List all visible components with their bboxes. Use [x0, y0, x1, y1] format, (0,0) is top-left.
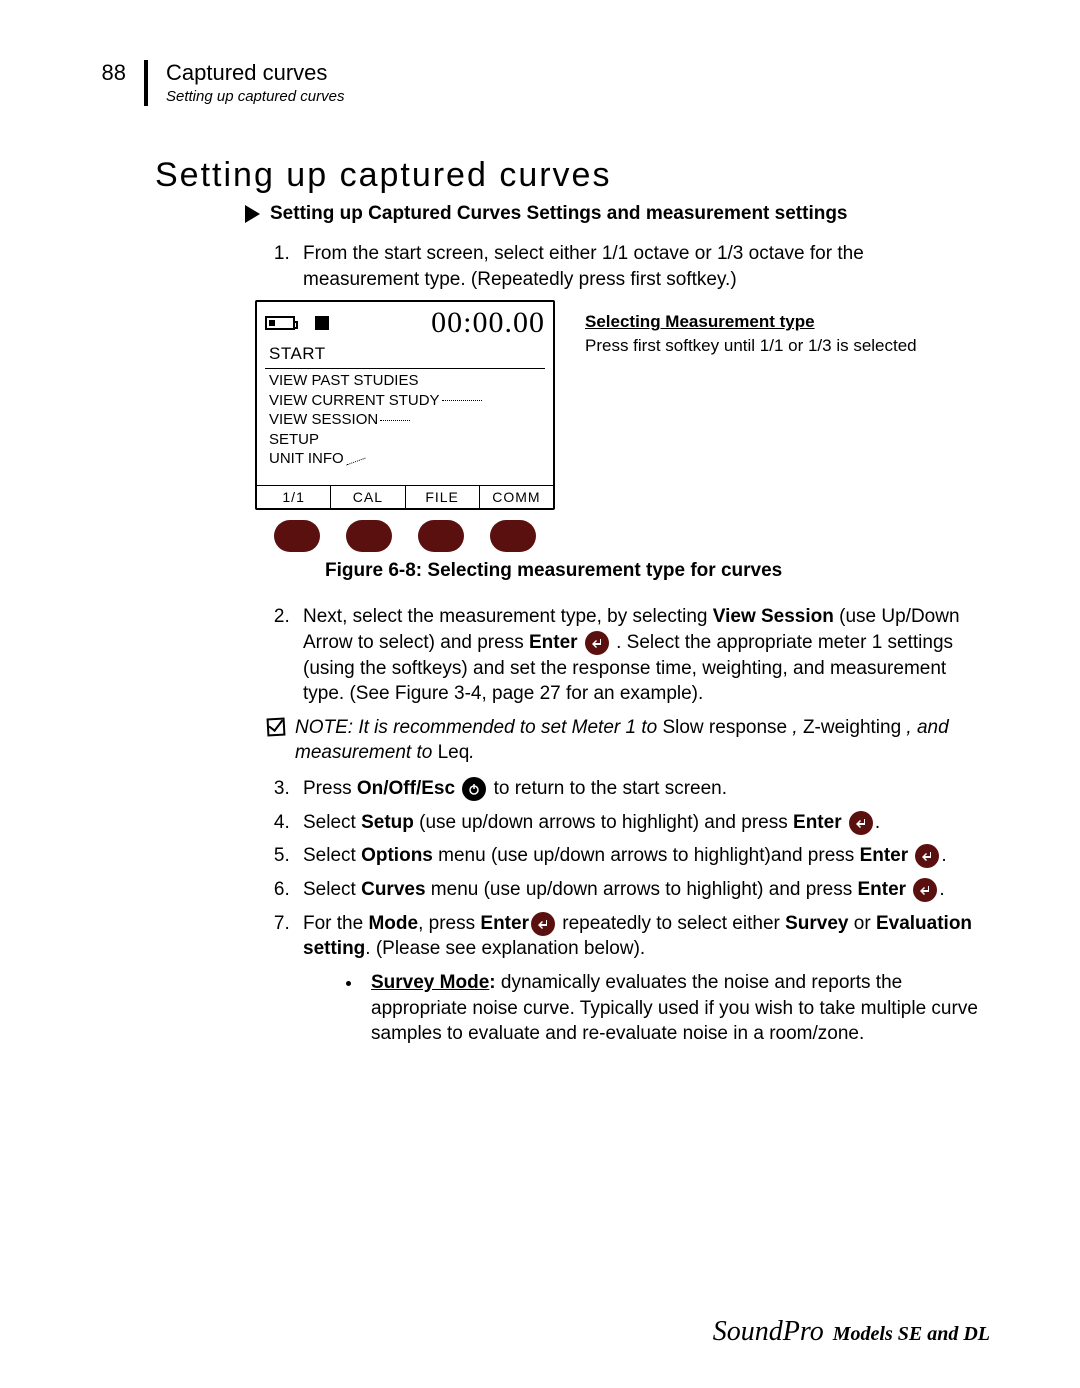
softkey-3[interactable] — [418, 520, 464, 552]
menu-view-session: VIEW SESSION — [269, 410, 545, 430]
callout-text: Press first softkey until 1/1 or 1/3 is … — [585, 334, 917, 358]
survey-mode-bullet: Survey Mode: dynamically evaluates the n… — [363, 970, 980, 1047]
step-6: Select Curves menu (use up/down arrows t… — [295, 877, 980, 903]
chapter-title: Captured curves — [166, 60, 344, 86]
stop-icon — [315, 316, 329, 330]
softlabel-3: FILE — [406, 486, 480, 508]
main-heading: Setting up captured curves — [155, 156, 990, 195]
menu-unit-info: UNIT INFO — [269, 449, 545, 469]
page-header: 88 Captured curves Setting up captured c… — [90, 60, 990, 106]
figure-caption: Figure 6-8: Selecting measurement type f… — [325, 560, 990, 582]
step-3: Press On/Off/Esc to return to the start … — [295, 776, 980, 802]
enter-icon — [849, 811, 873, 835]
softkey-4[interactable] — [490, 520, 536, 552]
enter-icon — [913, 878, 937, 902]
step-1: From the start screen, select either 1/1… — [295, 241, 980, 292]
checkbox-icon — [267, 717, 286, 736]
menu-view-past: VIEW PAST STUDIES — [269, 371, 545, 391]
softkeys-row — [255, 520, 555, 552]
page-number: 88 — [90, 60, 126, 86]
step-4: Select Setup (use up/down arrows to high… — [295, 810, 980, 836]
section-subtitle: Setting up captured curves — [166, 88, 344, 105]
power-icon — [462, 777, 486, 801]
device-screen: 00:00.00 START VIEW PAST STUDIES VIEW CU… — [255, 300, 555, 510]
softkey-2[interactable] — [346, 520, 392, 552]
menu-start: START — [265, 340, 545, 366]
battery-icon — [265, 316, 295, 330]
callout: Selecting Measurement type Press first s… — [585, 300, 917, 358]
triangle-right-icon — [245, 205, 260, 223]
menu-view-current: VIEW CURRENT STUDY — [269, 391, 545, 411]
enter-icon — [915, 844, 939, 868]
enter-icon — [531, 912, 555, 936]
softkey-1[interactable] — [274, 520, 320, 552]
callout-title: Selecting Measurement type — [585, 310, 917, 334]
footer-models: Models SE and DL — [828, 1323, 990, 1345]
page-footer: SoundPro Models SE and DL — [713, 1316, 990, 1348]
figure-row: 00:00.00 START VIEW PAST STUDIES VIEW CU… — [255, 300, 990, 552]
menu-setup: SETUP — [269, 430, 545, 450]
header-divider — [144, 60, 148, 106]
step-2: Next, select the measurement type, by se… — [295, 604, 980, 707]
step-5: Select Options menu (use up/down arrows … — [295, 843, 980, 869]
softlabel-2: CAL — [331, 486, 405, 508]
subheading: Setting up Captured Curves Settings and … — [270, 203, 848, 225]
timer-display: 00:00.00 — [431, 306, 545, 340]
softlabel-1: 1/1 — [257, 486, 331, 508]
step-7: For the Mode, press Enter repeatedly to … — [295, 911, 980, 1047]
enter-icon — [585, 631, 609, 655]
softlabel-4: COMM — [480, 486, 553, 508]
footer-brand: SoundPro — [713, 1316, 824, 1347]
note: NOTE: It is recommended to set Meter 1 t… — [267, 715, 990, 766]
